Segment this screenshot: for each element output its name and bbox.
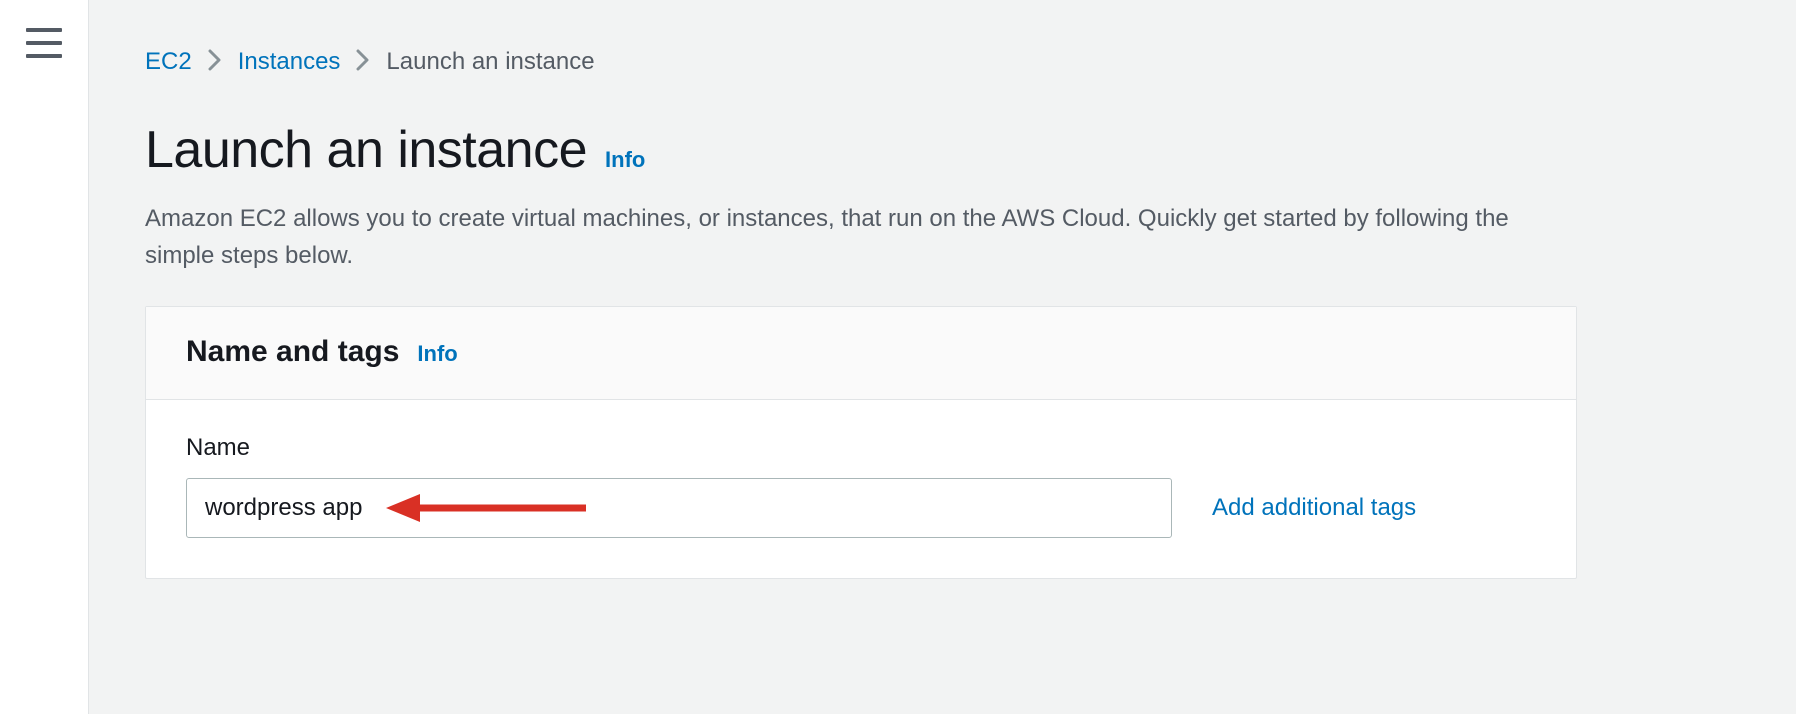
info-link[interactable]: Info <box>417 341 457 367</box>
name-and-tags-panel: Name and tags Info Name Add additional t… <box>145 306 1577 579</box>
name-input[interactable] <box>186 478 1172 538</box>
name-field-label: Name <box>186 434 1536 462</box>
add-additional-tags-link[interactable]: Add additional tags <box>1212 494 1416 522</box>
breadcrumb: EC2 Instances Launch an instance <box>145 48 1740 76</box>
chevron-right-icon <box>356 49 370 75</box>
annotation-arrow-icon <box>386 488 586 528</box>
menu-toggle-icon[interactable] <box>26 28 62 58</box>
panel-title: Name and tags <box>186 335 399 369</box>
chevron-right-icon <box>208 49 222 75</box>
breadcrumb-current: Launch an instance <box>386 48 594 76</box>
breadcrumb-link-ec2[interactable]: EC2 <box>145 48 192 76</box>
info-link[interactable]: Info <box>605 147 645 173</box>
page-title: Launch an instance <box>145 120 587 180</box>
page-description: Amazon EC2 allows you to create virtual … <box>145 200 1545 274</box>
breadcrumb-link-instances[interactable]: Instances <box>238 48 341 76</box>
